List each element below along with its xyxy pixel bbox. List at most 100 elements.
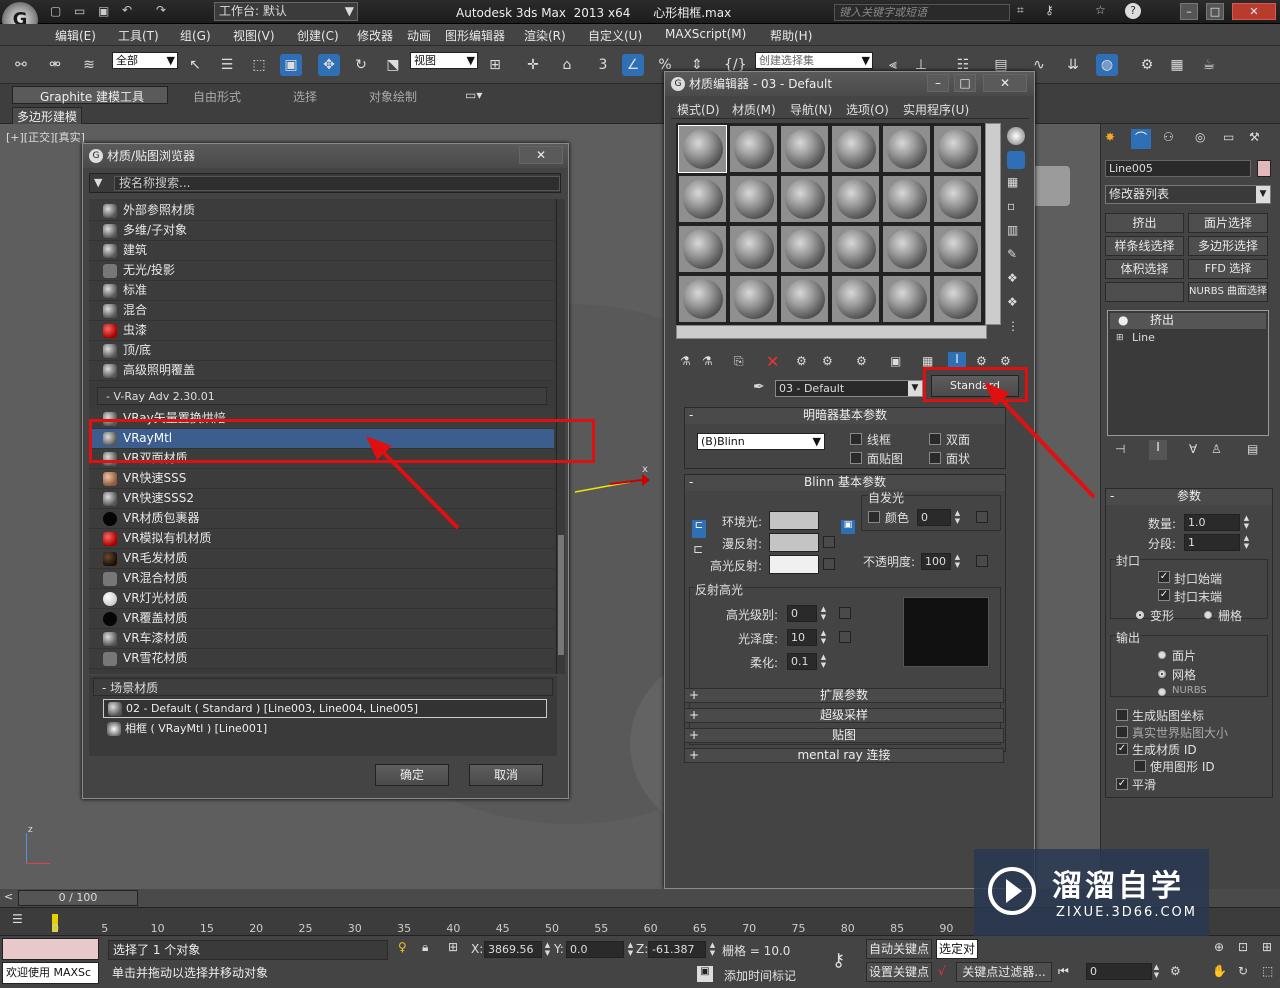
ribbon-tab-freeform[interactable]: 自由形式: [193, 88, 241, 105]
browser-close-button[interactable]: ✕: [519, 146, 563, 164]
menu-group[interactable]: 组(G): [180, 27, 211, 44]
rect-selection-icon[interactable]: ⬚: [248, 54, 270, 76]
cancel-button[interactable]: 取消: [469, 764, 543, 786]
list-item[interactable]: 高级照明覆盖: [89, 361, 554, 381]
diffuse-map-button[interactable]: [823, 536, 835, 548]
modifier-empty-button[interactable]: [1105, 282, 1184, 302]
sample-slot[interactable]: [831, 125, 880, 173]
mated-minimize-button[interactable]: –: [927, 74, 949, 92]
angle-snap-icon[interactable]: ∠: [622, 54, 644, 76]
sample-slot[interactable]: [678, 125, 727, 173]
mated-close-button[interactable]: ✕: [983, 74, 1027, 92]
sample-slot[interactable]: [831, 225, 880, 273]
blinn-rollout-header[interactable]: - Blinn 基本参数: [685, 475, 1005, 491]
spec-level-spinner[interactable]: ▲ ▼: [819, 605, 828, 622]
list-item[interactable]: 多维/子对象: [89, 221, 554, 241]
material-editor-icon[interactable]: ◍: [1096, 54, 1118, 76]
list-item[interactable]: VR快速SSS2: [89, 489, 554, 509]
search-input[interactable]: 键入关键字或短语: [834, 4, 1010, 21]
mesh-radio[interactable]: [1158, 670, 1166, 678]
glossiness-map-button[interactable]: [839, 631, 851, 643]
keyboard-shortcut-icon[interactable]: ⌂: [556, 54, 578, 76]
self-illum-color-checkbox[interactable]: [868, 511, 880, 523]
list-item[interactable]: 混合: [89, 301, 554, 321]
modify-tab-icon[interactable]: ⌒: [1131, 129, 1151, 149]
put-to-library-icon[interactable]: ⚙: [822, 354, 833, 368]
browser-search-input[interactable]: 按名称搜索...: [114, 176, 560, 191]
get-material-icon[interactable]: ⚗: [680, 354, 691, 368]
key-icon[interactable]: ⚷: [1045, 3, 1054, 17]
shader-rollout-header[interactable]: - 明暗器基本参数: [685, 408, 1005, 424]
background-icon[interactable]: ▦: [1007, 175, 1018, 189]
close-button[interactable]: ✕: [1232, 3, 1276, 20]
list-item[interactable]: VR覆盖材质: [89, 609, 554, 629]
menu-rendering[interactable]: 渲染(R): [524, 27, 566, 44]
list-item[interactable]: 无光/投影: [89, 261, 554, 281]
render-teapot-icon[interactable]: ☕: [1198, 54, 1220, 76]
backlight-icon[interactable]: [1007, 151, 1025, 169]
material-name-field[interactable]: 03 - Default ▼: [775, 380, 923, 397]
modifier-stack[interactable]: ● 挤出 ⊞ Line: [1107, 310, 1269, 436]
segments-spinner[interactable]: ▲ ▼: [1242, 534, 1251, 551]
show-end-result-icon[interactable]: I: [1149, 440, 1167, 460]
maxscript-listener-pink[interactable]: [2, 938, 99, 960]
list-item[interactable]: VR车漆材质: [89, 629, 554, 649]
scene-materials-header[interactable]: - 场景材质: [93, 678, 553, 696]
real-world-map-checkbox[interactable]: [1116, 726, 1128, 738]
y-coord-input[interactable]: 0.0: [566, 941, 624, 958]
maximize-viewport-icon[interactable]: ⬚: [1262, 964, 1273, 978]
sample-slot-scrollbar-v[interactable]: [985, 123, 1001, 325]
sample-slot[interactable]: [678, 275, 727, 323]
viewcube[interactable]: [1030, 166, 1070, 206]
two-sided-checkbox[interactable]: [929, 433, 941, 445]
patch-radio[interactable]: [1158, 651, 1166, 659]
scale-icon[interactable]: ⬔: [382, 54, 404, 76]
add-time-tag-icon[interactable]: ▣: [697, 966, 713, 982]
key-filter-icon[interactable]: √: [938, 964, 946, 978]
key-mode-dropdown[interactable]: 选定对: [936, 939, 978, 959]
list-item[interactable]: VR材质包裹器: [89, 509, 554, 529]
sample-slot[interactable]: [933, 225, 982, 273]
key-mode-toggle-icon[interactable]: ⏮: [1058, 964, 1069, 979]
cap-start-checkbox[interactable]: ✓: [1158, 571, 1170, 583]
motion-tab-icon[interactable]: ◎: [1195, 130, 1205, 144]
configure-sets-icon[interactable]: ▤: [1247, 442, 1258, 456]
set-key-icon[interactable]: ⚷: [832, 950, 845, 971]
gen-matid-checkbox[interactable]: ✓: [1116, 743, 1128, 755]
prev-frame-icon[interactable]: <: [4, 890, 13, 903]
options-icon[interactable]: ❖: [1007, 271, 1018, 285]
menu-tools[interactable]: 工具(T): [118, 27, 159, 44]
rotate-icon[interactable]: ↻: [350, 54, 372, 76]
ok-button[interactable]: 确定: [375, 764, 449, 786]
pick-from-object-icon[interactable]: ⚙: [1000, 354, 1011, 368]
menu-help[interactable]: 帮助(H): [770, 27, 812, 44]
list-item[interactable]: 标准: [89, 281, 554, 301]
manipulate-icon[interactable]: ✛: [522, 54, 544, 76]
help-icon[interactable]: ?: [1125, 3, 1141, 19]
mated-maximize-button[interactable]: □: [954, 74, 976, 92]
self-illum-spinner[interactable]: ▲ ▼: [953, 509, 962, 526]
expand-plus-icon[interactable]: ⊞: [1116, 331, 1124, 345]
bind-spacewarp-icon[interactable]: ≋: [78, 54, 100, 76]
sample-slot[interactable]: [831, 275, 880, 323]
selection-lock-icon[interactable]: 🔒︎: [422, 940, 428, 955]
select-by-material-icon[interactable]: ❖: [1007, 295, 1018, 309]
new-file-icon[interactable]: ▢: [50, 4, 61, 18]
sample-slot[interactable]: [882, 275, 931, 323]
lock-diffuse-specular[interactable]: ⊏: [693, 542, 703, 556]
x-coord-spinner[interactable]: ▲ ▼: [543, 941, 552, 958]
scene-material-row[interactable]: 02 - Default ( Standard ) [Line003, Line…: [103, 699, 547, 718]
sample-slot[interactable]: [933, 125, 982, 173]
menu-modifiers[interactable]: 修改器: [357, 27, 393, 44]
set-key-button[interactable]: 设置关键点: [866, 962, 932, 982]
sample-slot[interactable]: [882, 125, 931, 173]
scene-material-row[interactable]: 相框 ( VRayMtl ) [Line001]: [103, 720, 547, 739]
amount-input[interactable]: 1.0: [1184, 514, 1240, 531]
sample-slot[interactable]: [780, 125, 829, 173]
extended-params-rollout[interactable]: + 扩展参数: [684, 688, 1004, 703]
mated-menu-options[interactable]: 选项(O): [846, 101, 889, 118]
link-icon[interactable]: ⚯: [10, 54, 32, 76]
mated-menu-material[interactable]: 材质(M): [732, 101, 776, 118]
material-id-icon[interactable]: ⚙: [856, 354, 867, 368]
key-filters-button[interactable]: 关键点过滤器...: [956, 962, 1052, 982]
